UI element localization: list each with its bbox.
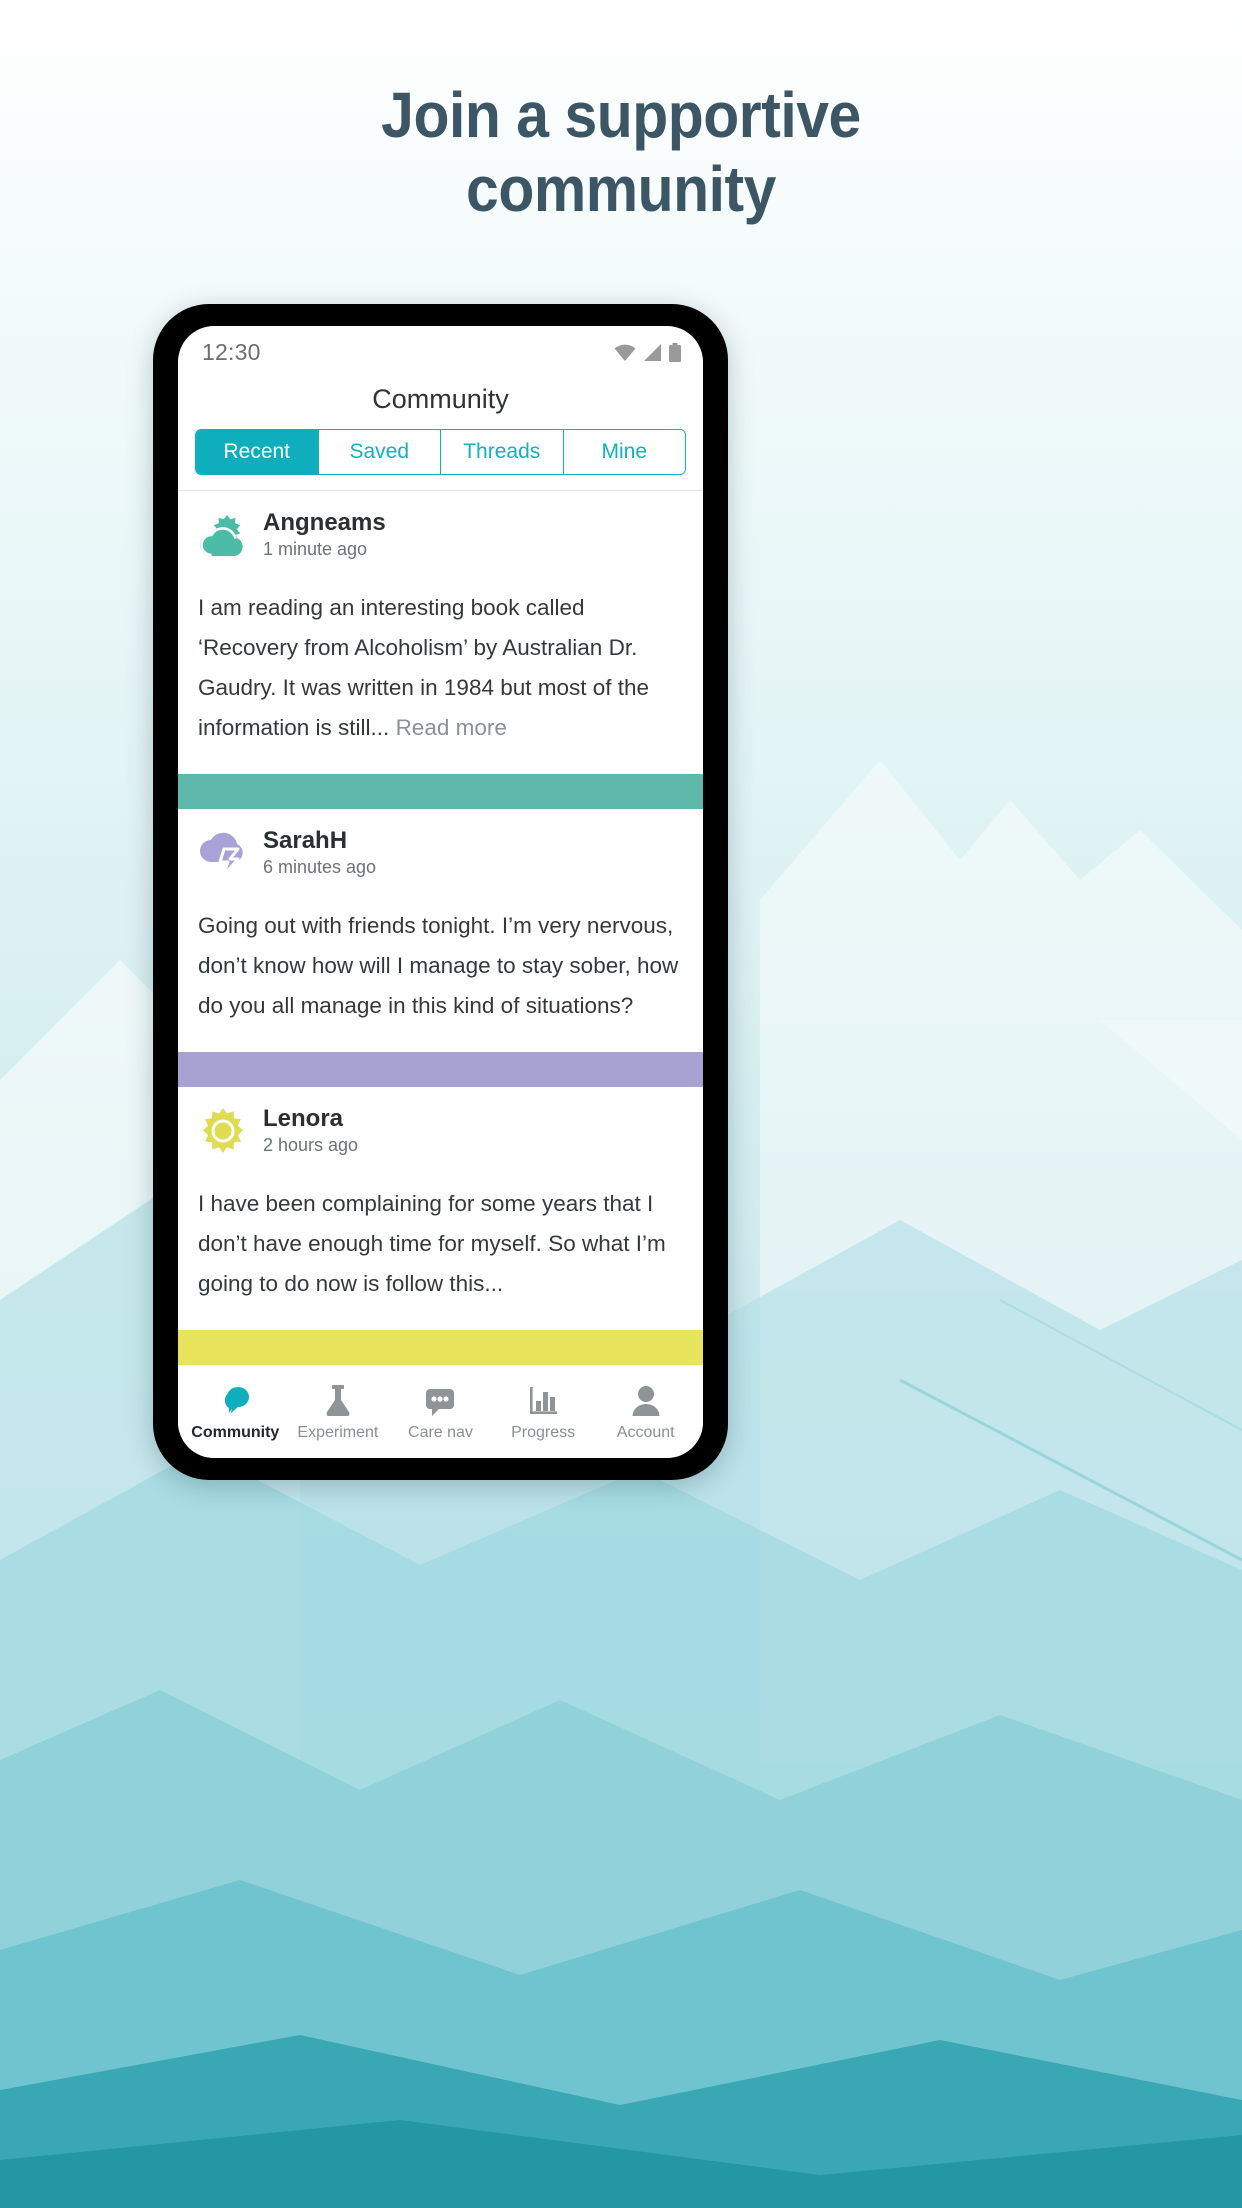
nav-label: Progress — [511, 1424, 576, 1441]
phone-screen: 12:30 Community Recent Saved Threads Min… — [178, 326, 703, 1458]
bar-chart-icon — [528, 1382, 558, 1416]
post-header: SarahH 6 minutes ago — [198, 827, 683, 880]
post-item[interactable]: SarahH 6 minutes ago Going out with frie… — [178, 809, 703, 1052]
status-time: 12:30 — [202, 338, 261, 365]
tab-mine[interactable]: Mine — [563, 430, 685, 474]
avatar[interactable] — [198, 510, 248, 560]
read-more-link[interactable]: Read more — [396, 715, 507, 740]
headline-line-2: community — [466, 153, 776, 225]
post-body: I am reading an interesting book called … — [198, 562, 683, 774]
nav-item-progress[interactable]: Progress — [492, 1382, 595, 1442]
nav-item-experiment[interactable]: Experiment — [287, 1382, 390, 1442]
post-header: Lenora 2 hours ago — [198, 1105, 683, 1158]
post-author: SarahH — [263, 827, 348, 854]
post-meta: Lenora 2 hours ago — [263, 1105, 358, 1156]
post-timestamp: 6 minutes ago — [263, 857, 377, 877]
cellular-signal-icon — [644, 343, 661, 361]
tab-recent[interactable]: Recent — [196, 430, 319, 474]
post-header: Angneams 1 minute ago — [198, 509, 683, 562]
sun-icon — [203, 1107, 243, 1153]
tab-threads[interactable]: Threads — [441, 430, 564, 474]
post-text: I have been complaining for some years t… — [198, 1191, 666, 1296]
chat-bubbles-icon — [218, 1382, 252, 1416]
avatar[interactable] — [198, 1106, 248, 1156]
nav-item-community[interactable]: Community — [184, 1382, 287, 1442]
page-title: Join a supportive community — [50, 78, 1193, 226]
post-divider-bar — [178, 1330, 703, 1365]
headline-line-1: Join a supportive — [381, 79, 861, 151]
status-bar: 12:30 — [178, 326, 703, 378]
post-timestamp: 2 hours ago — [263, 1135, 359, 1155]
feed-filter-tabs: Recent Saved Threads Mine — [178, 429, 703, 490]
community-feed[interactable]: Angneams 1 minute ago I am reading an in… — [178, 490, 703, 1368]
bottom-navigation: Community Experiment Care nav Progress A… — [178, 1368, 703, 1458]
post-body: Going out with friends tonight. I’m very… — [198, 880, 683, 1052]
post-text: Going out with friends tonight. I’m very… — [198, 913, 679, 1018]
flask-icon — [323, 1382, 353, 1416]
phone-mockup: 12:30 Community Recent Saved Threads Min… — [153, 304, 728, 1480]
post-timestamp: 1 minute ago — [263, 539, 368, 559]
post-meta: Angneams 1 minute ago — [263, 509, 386, 560]
nav-label: Care nav — [408, 1424, 473, 1441]
nav-label: Experiment — [297, 1424, 379, 1441]
nav-item-account[interactable]: Account — [594, 1382, 697, 1442]
person-icon — [632, 1382, 660, 1416]
post-item[interactable]: Lenora 2 hours ago I have been complaini… — [178, 1087, 703, 1330]
nav-label: Account — [616, 1424, 675, 1441]
post-divider-bar — [178, 774, 703, 809]
avatar[interactable] — [198, 828, 248, 878]
post-meta: SarahH 6 minutes ago — [263, 827, 376, 878]
post-author: Lenora — [263, 1105, 344, 1132]
message-dots-icon — [424, 1382, 456, 1416]
tab-saved[interactable]: Saved — [318, 430, 441, 474]
battery-icon — [669, 342, 681, 362]
sun-behind-cloud-icon — [200, 514, 243, 556]
post-author: Angneams — [263, 509, 386, 536]
post-divider-bar — [178, 1052, 703, 1087]
post-item[interactable]: Angneams 1 minute ago I am reading an in… — [178, 491, 703, 774]
nav-label: Community — [191, 1424, 280, 1441]
post-body: I have been complaining for some years t… — [198, 1158, 683, 1330]
status-icons — [614, 342, 681, 362]
storm-cloud-icon — [200, 832, 243, 877]
app-bar-title: Community — [372, 384, 509, 414]
nav-item-care-nav[interactable]: Care nav — [389, 1382, 492, 1442]
wifi-icon — [614, 344, 636, 361]
